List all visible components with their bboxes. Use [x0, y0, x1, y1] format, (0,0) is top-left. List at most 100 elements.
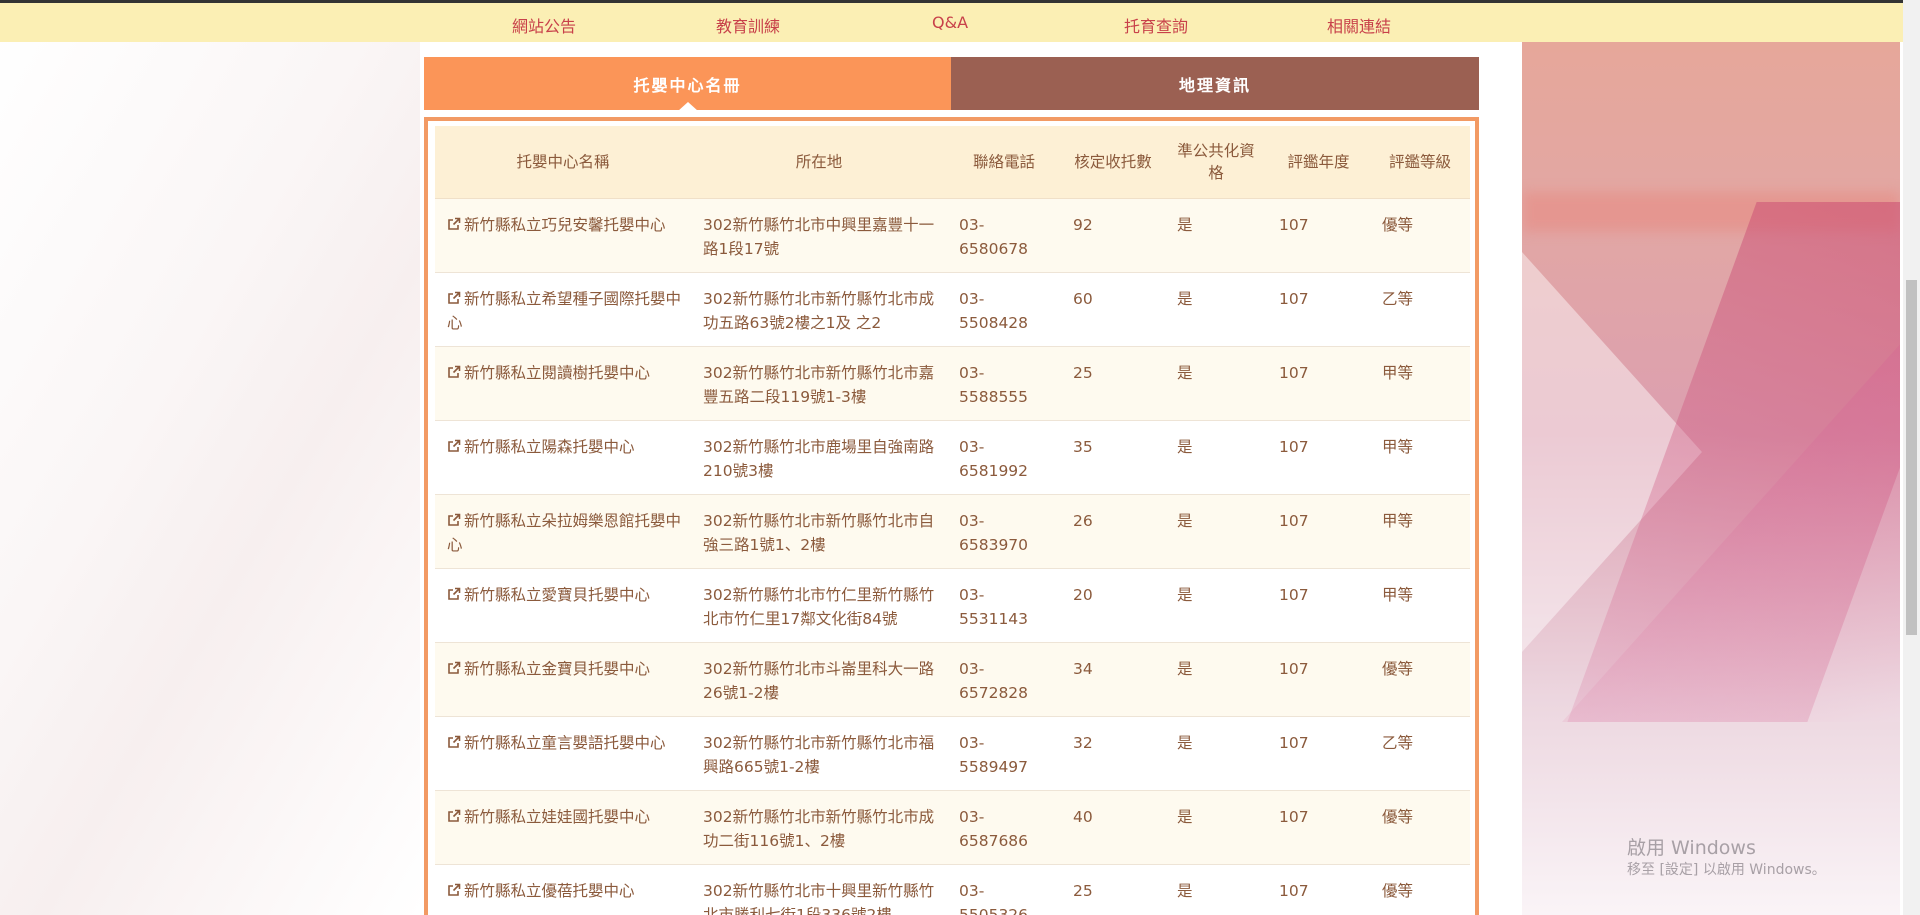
- cell-capacity: 25: [1061, 864, 1165, 915]
- center-name-text: 新竹縣私立朵拉姆樂恩館托嬰中心: [447, 512, 682, 554]
- center-name-link[interactable]: 新竹縣私立閱讀樹托嬰中心: [447, 364, 650, 382]
- center-name-link[interactable]: 新竹縣私立巧兒安馨托嬰中心: [447, 216, 666, 234]
- nav-item-childcare-search[interactable]: 托育查詢: [1124, 13, 1188, 37]
- cell-name: 新竹縣私立優蓓托嬰中心: [435, 864, 691, 915]
- column-header-capacity: 核定收托數: [1061, 126, 1165, 199]
- external-link-icon: [448, 439, 461, 452]
- external-link-icon: [448, 513, 461, 526]
- center-name-link[interactable]: 新竹縣私立朵拉姆樂恩館托嬰中心: [447, 512, 681, 554]
- table-header-row: 托嬰中心名稱 所在地 聯絡電話 核定收托數 準公共化資格 評鑑年度 評鑑等級: [435, 126, 1470, 199]
- cell-address: 302新竹縣竹北市新竹縣竹北市成功二街116號1、2樓: [691, 790, 947, 865]
- cell-capacity: 60: [1061, 272, 1165, 347]
- center-name-link[interactable]: 新竹縣私立希望種子國際托嬰中心: [447, 290, 681, 332]
- cell-eval-grade: 優等: [1370, 864, 1470, 915]
- cell-phone: 03-6587686: [947, 790, 1061, 865]
- table-row: 新竹縣私立愛寶貝托嬰中心 302新竹縣竹北市竹仁里新竹縣竹北市竹仁里17鄰文化街8…: [435, 568, 1470, 643]
- page-scrollbar[interactable]: [1903, 0, 1920, 915]
- external-link-icon: [448, 883, 461, 896]
- background-right-art: [1522, 42, 1900, 915]
- cell-capacity: 25: [1061, 346, 1165, 421]
- cell-name: 新竹縣私立巧兒安馨托嬰中心: [435, 198, 691, 273]
- center-name-link[interactable]: 新竹縣私立陽森托嬰中心: [447, 438, 635, 456]
- nav-item-announcements[interactable]: 網站公告: [512, 13, 576, 37]
- nav-item-related-links[interactable]: 相關連結: [1327, 13, 1391, 37]
- cell-address: 302新竹縣竹北市新竹縣竹北市福興路665號1-2樓: [691, 716, 947, 791]
- cell-capacity: 35: [1061, 420, 1165, 495]
- column-header-eval-grade: 評鑑等級: [1370, 126, 1470, 199]
- center-name-text: 新竹縣私立陽森托嬰中心: [464, 438, 635, 456]
- top-nav: 網站公告 教育訓練 Q&A 托育查詢 相關連結: [0, 0, 1903, 42]
- cell-name: 新竹縣私立朵拉姆樂恩館托嬰中心: [435, 494, 691, 569]
- center-name-link[interactable]: 新竹縣私立愛寶貝托嬰中心: [447, 586, 650, 604]
- cell-eval-year: 107: [1267, 346, 1370, 421]
- cell-phone: 03-5505326: [947, 864, 1061, 915]
- center-name-text: 新竹縣私立愛寶貝托嬰中心: [464, 586, 651, 604]
- cell-phone: 03-6581992: [947, 420, 1061, 495]
- cell-qualified: 是: [1165, 790, 1267, 865]
- cell-capacity: 20: [1061, 568, 1165, 643]
- center-name-text: 新竹縣私立巧兒安馨托嬰中心: [464, 216, 666, 234]
- cell-name: 新竹縣私立閱讀樹托嬰中心: [435, 346, 691, 421]
- cell-qualified: 是: [1165, 864, 1267, 915]
- tab-geo-info[interactable]: 地理資訊: [951, 57, 1479, 110]
- external-link-icon: [448, 291, 461, 304]
- center-name-link[interactable]: 新竹縣私立童言嬰語托嬰中心: [447, 734, 666, 752]
- cell-phone: 03-6583970: [947, 494, 1061, 569]
- cell-eval-year: 107: [1267, 198, 1370, 273]
- nav-item-training[interactable]: 教育訓練: [716, 13, 780, 37]
- cell-address: 302新竹縣竹北市十興里新竹縣竹北市勝利七街1段336號2樓: [691, 864, 947, 915]
- cell-capacity: 32: [1061, 716, 1165, 791]
- cell-phone: 03-5531143: [947, 568, 1061, 643]
- cell-phone: 03-5589497: [947, 716, 1061, 791]
- table-row: 新竹縣私立朵拉姆樂恩館托嬰中心 302新竹縣竹北市新竹縣竹北市自強三路1號1、2樓…: [435, 494, 1470, 569]
- cell-name: 新竹縣私立金寶貝托嬰中心: [435, 642, 691, 717]
- cell-eval-year: 107: [1267, 642, 1370, 717]
- table-body: 新竹縣私立巧兒安馨托嬰中心 302新竹縣竹北市中興里嘉豐十一路1段17號 03-65…: [435, 198, 1470, 915]
- watermark-line2: 移至 [設定] 以啟用 Windows。: [1627, 862, 1826, 878]
- watermark-line1: 啟用 Windows: [1627, 837, 1756, 859]
- tab-label: 托嬰中心名冊: [633, 75, 742, 95]
- nav-item-qa[interactable]: Q&A: [932, 13, 968, 32]
- table-row: 新竹縣私立巧兒安馨托嬰中心 302新竹縣竹北市中興里嘉豐十一路1段17號 03-65…: [435, 198, 1470, 273]
- cell-qualified: 是: [1165, 198, 1267, 273]
- cell-eval-grade: 甲等: [1370, 494, 1470, 569]
- external-link-icon: [448, 587, 461, 600]
- cell-name: 新竹縣私立童言嬰語托嬰中心: [435, 716, 691, 791]
- tab-center-roster[interactable]: 托嬰中心名冊: [424, 57, 951, 111]
- cell-eval-grade: 優等: [1370, 790, 1470, 865]
- table-row: 新竹縣私立希望種子國際托嬰中心 302新竹縣竹北市新竹縣竹北市成功五路63號2樓之…: [435, 272, 1470, 347]
- cell-name: 新竹縣私立娃娃國托嬰中心: [435, 790, 691, 865]
- center-name-text: 新竹縣私立娃娃國托嬰中心: [464, 808, 651, 826]
- cell-capacity: 26: [1061, 494, 1165, 569]
- cell-phone: 03-5588555: [947, 346, 1061, 421]
- cell-address: 302新竹縣竹北市中興里嘉豐十一路1段17號: [691, 198, 947, 273]
- external-link-icon: [448, 809, 461, 822]
- table-row: 新竹縣私立娃娃國托嬰中心 302新竹縣竹北市新竹縣竹北市成功二街116號1、2樓 0…: [435, 790, 1470, 865]
- center-name-link[interactable]: 新竹縣私立優蓓托嬰中心: [447, 882, 635, 900]
- center-name-text: 新竹縣私立童言嬰語托嬰中心: [464, 734, 666, 752]
- column-header-address: 所在地: [691, 126, 947, 199]
- center-name-link[interactable]: 新竹縣私立金寶貝托嬰中心: [447, 660, 650, 678]
- scrollbar-thumb[interactable]: [1906, 280, 1917, 635]
- cell-eval-grade: 乙等: [1370, 272, 1470, 347]
- cell-address: 302新竹縣竹北市新竹縣竹北市嘉豐五路二段119號1-3樓: [691, 346, 947, 421]
- external-link-icon: [448, 217, 461, 230]
- center-name-link[interactable]: 新竹縣私立娃娃國托嬰中心: [447, 808, 650, 826]
- column-header-qualification: 準公共化資格: [1165, 126, 1267, 199]
- windows-activation-watermark: 啟用 Windows 移至 [設定] 以啟用 Windows。: [1627, 836, 1826, 880]
- active-tab-caret: [678, 102, 698, 111]
- center-name-text: 新竹縣私立希望種子國際托嬰中心: [447, 290, 682, 332]
- cell-qualified: 是: [1165, 346, 1267, 421]
- table-row: 新竹縣私立閱讀樹托嬰中心 302新竹縣竹北市新竹縣竹北市嘉豐五路二段119號1-3…: [435, 346, 1470, 421]
- cell-qualified: 是: [1165, 568, 1267, 643]
- cell-eval-year: 107: [1267, 272, 1370, 347]
- cell-qualified: 是: [1165, 494, 1267, 569]
- tab-label: 地理資訊: [1178, 75, 1251, 95]
- cell-address: 302新竹縣竹北市鹿場里自強南路210號3樓: [691, 420, 947, 495]
- cell-phone: 03-6580678: [947, 198, 1061, 273]
- cell-eval-grade: 優等: [1370, 198, 1470, 273]
- table-row: 新竹縣私立優蓓托嬰中心 302新竹縣竹北市十興里新竹縣竹北市勝利七街1段336號2…: [435, 864, 1470, 915]
- cell-address: 302新竹縣竹北市斗崙里科大一路26號1-2樓: [691, 642, 947, 717]
- cell-capacity: 40: [1061, 790, 1165, 865]
- cell-eval-year: 107: [1267, 420, 1370, 495]
